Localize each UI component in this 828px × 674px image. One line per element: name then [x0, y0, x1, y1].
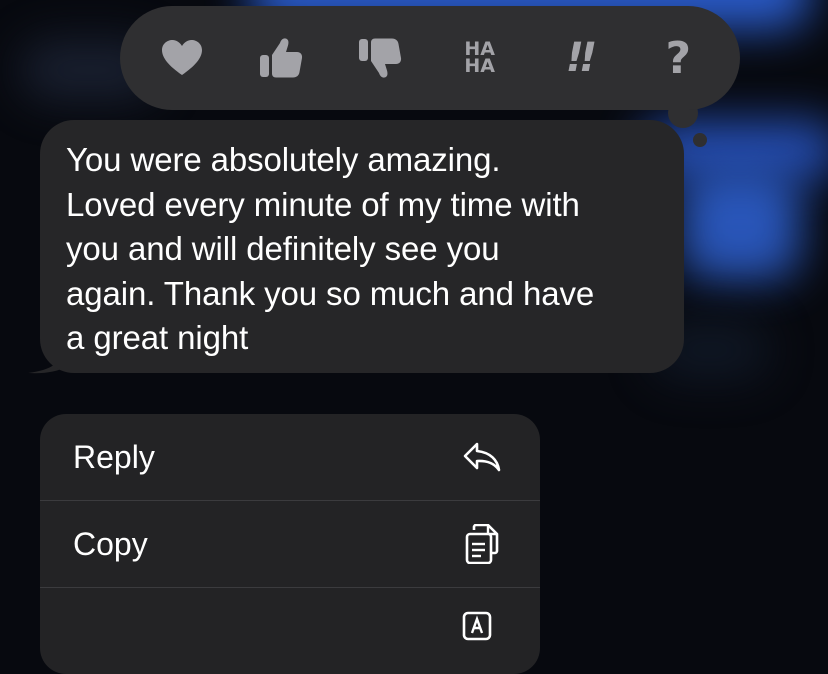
message-text: You were absolutely amazing. Loved every… — [66, 141, 595, 356]
tapback-heart-button[interactable] — [147, 18, 217, 98]
question-mark-icon: ? — [665, 32, 692, 84]
haha-line-2: HA — [464, 55, 495, 77]
exclamation-icon: !! — [565, 35, 598, 81]
menu-item-reply[interactable]: Reply — [40, 414, 540, 501]
tapback-bar: HA HA !! ? — [120, 6, 740, 110]
tapback-haha-button[interactable]: HA HA — [445, 18, 515, 98]
menu-item-label: Reply — [73, 438, 155, 475]
translate-icon — [462, 611, 502, 651]
menu-item-label: Copy — [73, 525, 148, 562]
menu-item-translate[interactable] — [40, 588, 540, 674]
context-menu: Reply Copy — [40, 414, 540, 674]
heart-icon — [161, 40, 202, 75]
blurred-blue-bubble — [680, 170, 800, 280]
tapback-emphasize-button[interactable]: !! — [544, 18, 614, 98]
thumbs-down-icon — [359, 38, 402, 78]
thumbs-up-icon — [259, 38, 303, 78]
tapback-thumbs-up-button[interactable] — [246, 18, 316, 98]
reply-icon — [462, 437, 502, 477]
copy-icon — [462, 524, 502, 564]
message-bubble[interactable]: You were absolutely amazing. Loved every… — [40, 120, 684, 373]
tapback-bubble-tail — [693, 133, 707, 147]
tapback-thumbs-down-button[interactable] — [345, 18, 415, 98]
menu-item-copy[interactable]: Copy — [40, 501, 540, 588]
haha-icon: HA HA — [464, 40, 495, 77]
tapback-question-button[interactable]: ? — [643, 18, 713, 98]
